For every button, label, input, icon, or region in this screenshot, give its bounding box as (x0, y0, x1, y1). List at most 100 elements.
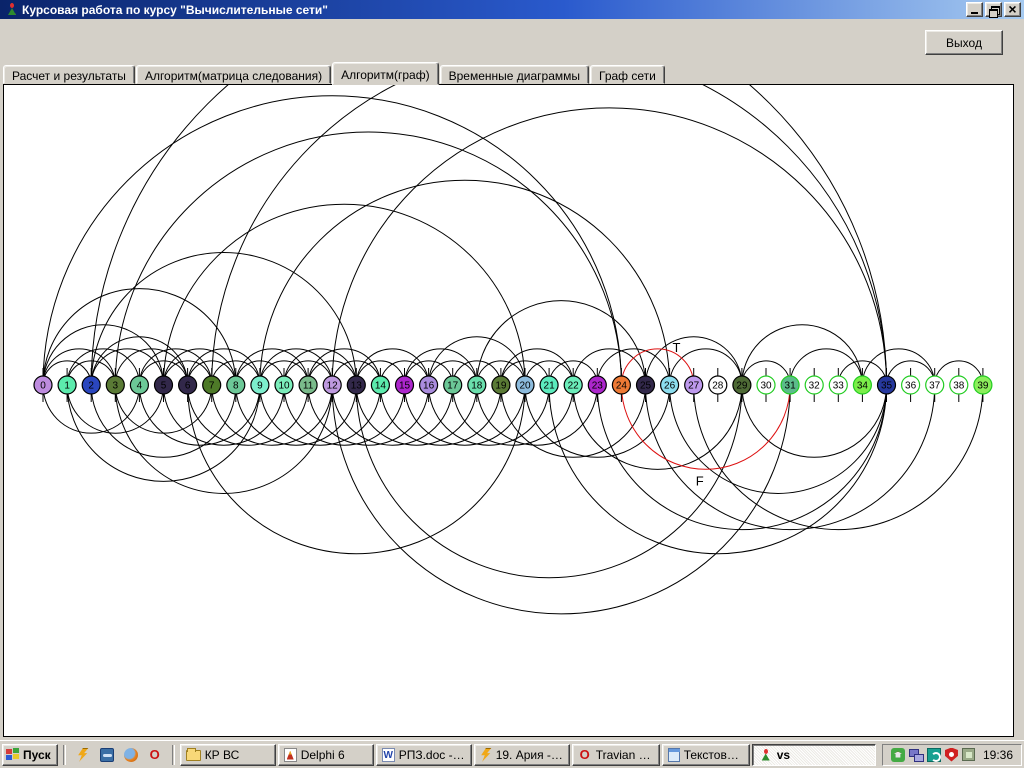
task-label: vs (776, 747, 791, 762)
graph-edge (187, 384, 309, 446)
start-button[interactable]: Пуск (2, 743, 58, 766)
graph-node-label: 22 (568, 381, 580, 392)
removable-device-icon[interactable] (961, 748, 975, 761)
graph-edge (500, 348, 574, 386)
task-button-0[interactable]: КР ВС (179, 743, 276, 766)
titlebar: Курсовая работа по курсу "Вычислительные… (0, 0, 1024, 19)
graph-edge (331, 384, 454, 446)
graph-edge (42, 348, 116, 386)
tab-3[interactable]: Временные диаграммы (439, 65, 589, 84)
download-master-icon[interactable] (890, 747, 905, 762)
graph-node-label: 18 (471, 381, 483, 392)
graph-edge (283, 384, 405, 446)
graph-node-label: 11 (303, 381, 314, 392)
exit-button[interactable]: Выход (925, 30, 1003, 55)
task-label: РПЗ.doc - ... (398, 747, 466, 762)
graph-edge (379, 384, 502, 446)
graph-node-label: 28 (712, 381, 724, 392)
graph-node-label: 26 (664, 381, 676, 392)
firefox-icon (123, 747, 138, 762)
graph-node-label: 20 (519, 381, 531, 392)
graph-node-label: 23 (592, 381, 604, 392)
graph-edge (283, 348, 357, 386)
app-torch-icon (758, 748, 773, 762)
quick-launch-explorer-icon[interactable] (97, 745, 117, 765)
graph-edge (789, 348, 863, 386)
tab-0[interactable]: Расчет и результаты (3, 65, 135, 84)
branch-label: T (673, 340, 681, 355)
graph-node-label: 3 (113, 381, 119, 392)
tab-2[interactable]: Алгоритм(граф) (332, 62, 439, 85)
graph-node-label: 27 (688, 381, 700, 392)
graph-edge (355, 384, 743, 579)
window-title: Курсовая работа по курсу "Вычислительные… (22, 2, 328, 17)
graph-edge (90, 85, 887, 386)
tab-4[interactable]: Граф сети (590, 65, 665, 84)
task-label: КР ВС (204, 747, 240, 762)
graph-edge (187, 384, 526, 555)
quick-launch-winamp-icon[interactable] (73, 745, 93, 765)
graph-node-label: 15 (399, 381, 411, 392)
algorithm-graph-canvas: TF0 1 2 3 4 5 6 7 8 9 10 11 12 13 14 15 16 17 18 19 20 21 22 23… (33, 85, 993, 615)
antivirus-shield-icon[interactable] (944, 747, 958, 762)
graph-node-label: 17 (447, 381, 459, 392)
task-button-6[interactable]: vs (751, 743, 876, 766)
delphi-icon (283, 747, 297, 762)
graph-node-label: 34 (857, 381, 869, 392)
task-buttons: КР ВС Delphi 6 РПЗ.doc - ... 19. Ария - ...… (179, 743, 876, 766)
task-button-4[interactable]: Travian ru1... (571, 743, 660, 766)
tray-clock: 19:36 (982, 747, 1013, 762)
minimize-button[interactable] (966, 2, 983, 17)
graph-node-label: 29 (736, 381, 748, 392)
graph-node-label: 38 (953, 381, 965, 392)
tab-1[interactable]: Алгоритм(матрица следования) (135, 65, 332, 84)
graph-edge (355, 348, 430, 386)
task-label: Delphi 6 (300, 747, 345, 762)
graph-edge (259, 348, 333, 386)
task-label: Travian ru1... (595, 747, 654, 762)
graph-node-label: 30 (760, 381, 772, 392)
quick-launch-firefox-icon[interactable] (121, 745, 141, 765)
restore-button[interactable] (985, 2, 1002, 18)
task-button-2[interactable]: РПЗ.doc - ... (375, 743, 472, 766)
graph-edge (42, 95, 622, 386)
close-button[interactable] (1004, 2, 1021, 17)
graph-node-label: 4 (137, 381, 143, 392)
graph-panel: T F 0 1 2 3 4 5 6 7 8 9 10 11 12 13 14 15 16 17 18 19 20 21 22 23… (3, 84, 1014, 737)
app-icon (4, 2, 19, 17)
network-icon[interactable] (908, 748, 924, 762)
quick-launch-opera-icon[interactable] (145, 745, 165, 765)
graph-edge (138, 384, 261, 446)
graph-edge (572, 348, 646, 386)
tabstrip: Расчет и результаты Алгоритм(матрица след… (3, 61, 666, 85)
graph-edge (114, 131, 622, 386)
graph-node-label: 7 (209, 381, 215, 392)
graph-edge (259, 179, 671, 386)
graph-node-label: 19 (495, 381, 507, 392)
sync-icon[interactable] (926, 747, 941, 762)
graph-edge (452, 384, 574, 446)
graph-edge (331, 107, 887, 386)
graph-node-label: 35 (881, 381, 893, 392)
graph-edge (259, 384, 381, 446)
graph-node-label: 37 (929, 381, 941, 392)
graph-edge (693, 384, 984, 531)
graph-node-label: 8 (233, 381, 239, 392)
graph-node-label: 31 (785, 381, 797, 392)
app-window: Курсовая работа по курсу "Вычислительные… (0, 0, 1024, 768)
graph-edge (741, 324, 863, 386)
graph-edge (307, 348, 381, 386)
opera-icon (578, 748, 592, 762)
graph-node-label: 33 (833, 381, 845, 392)
word-icon (381, 747, 395, 762)
graph-edge (572, 384, 743, 470)
graph-node-label: 21 (544, 381, 556, 392)
folder-icon (185, 748, 201, 761)
graph-edge (596, 384, 887, 531)
graph-edge (404, 348, 478, 386)
task-label: Текстовый... (683, 747, 744, 762)
task-button-1[interactable]: Delphi 6 (277, 743, 374, 766)
task-button-3[interactable]: 19. Ария - ... (473, 743, 570, 766)
task-button-5[interactable]: Текстовый... (661, 743, 750, 766)
start-label: Пуск (23, 747, 51, 762)
